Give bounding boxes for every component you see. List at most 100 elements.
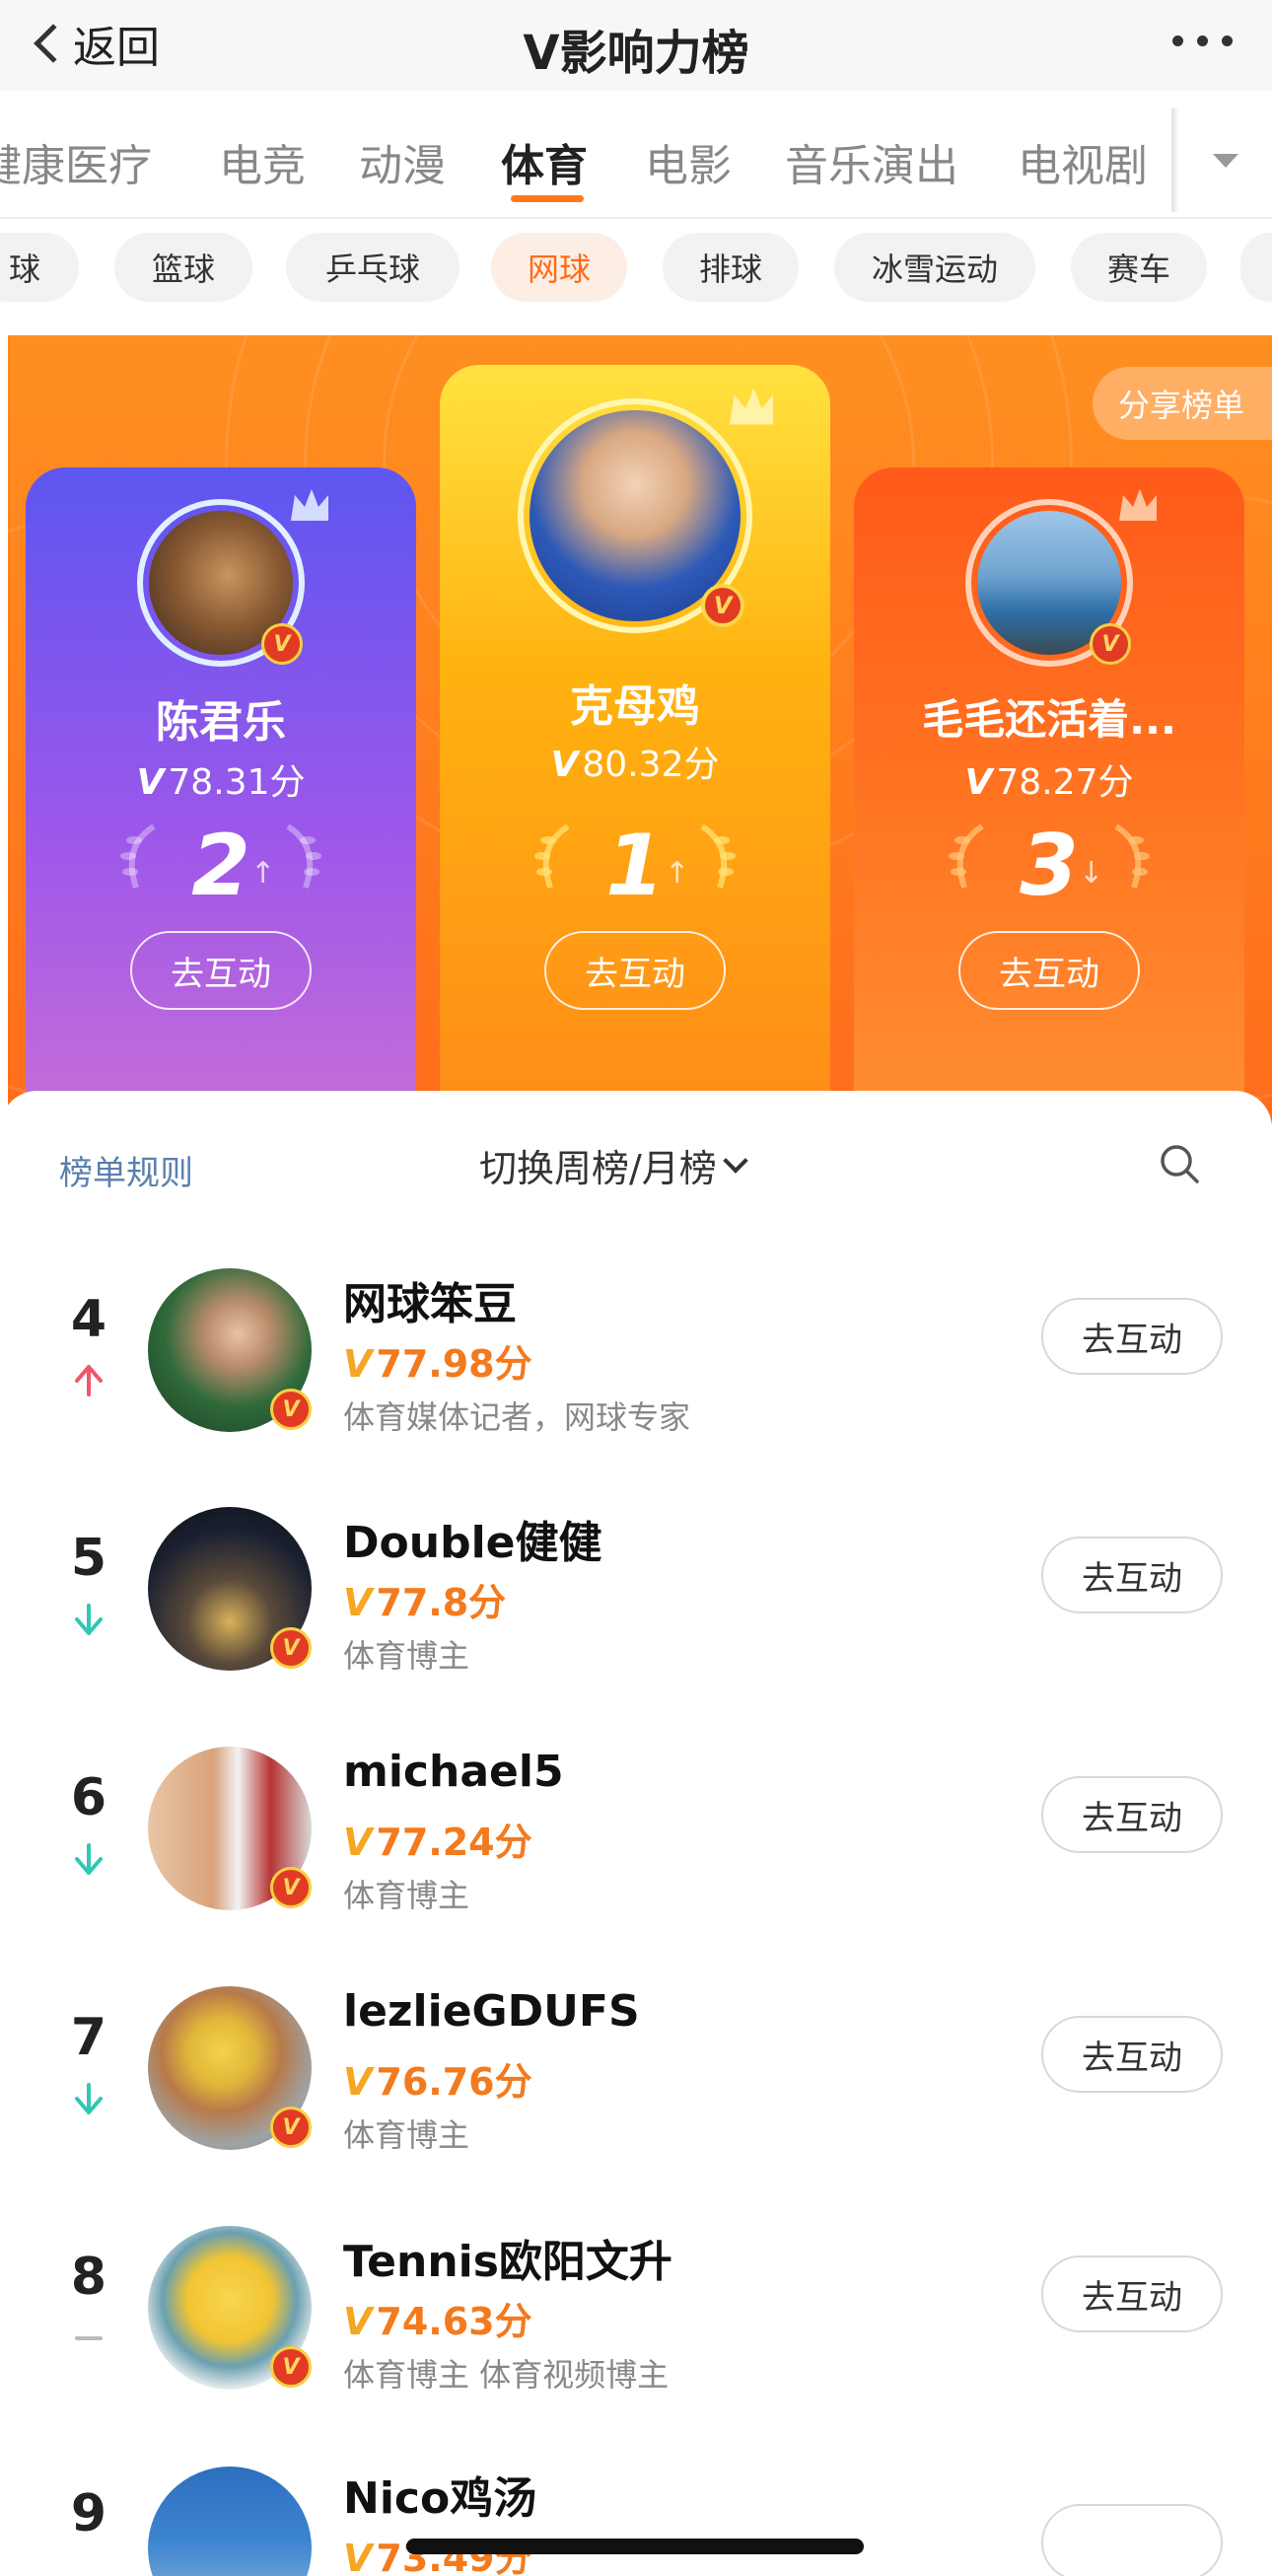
rank-3-card: V 毛毛还活着... V 78.27分 3 ↓ 去互动	[854, 467, 1244, 1138]
user-description: 体育博主	[343, 1877, 470, 1914]
interact-button[interactable]: 去互动	[544, 931, 726, 1010]
crown-icon	[729, 388, 774, 425]
laurel-right-icon	[700, 823, 736, 889]
chip-volleyball[interactable]: 排球	[663, 233, 799, 302]
v-mark: V	[136, 762, 165, 803]
interact-button[interactable]: 去互动	[958, 931, 1140, 1010]
card-score: V 78.27分	[854, 753, 1244, 805]
card-name: 克母鸡	[570, 681, 700, 732]
trend-unchanged-icon	[75, 2336, 103, 2340]
interact-button[interactable]: 去互动	[1041, 2255, 1223, 2332]
laurel-right-icon	[286, 823, 321, 889]
avatar[interactable]: V	[137, 489, 328, 667]
trend-down-icon	[75, 1604, 103, 1635]
search-icon[interactable]	[1158, 1142, 1201, 1185]
share-ranking-button[interactable]: 分享榜单	[1093, 367, 1272, 440]
tab-music-shows[interactable]: 音乐演出	[785, 130, 958, 193]
sub-category-chips: 球 篮球 乒乓球 网球 排球 冰雪运动 赛车	[0, 227, 1272, 316]
list-item[interactable]: 6 V michael5 V 77.24分 体育博主 去互动	[0, 1691, 1272, 1928]
rank-1-card: V 克母鸡 V 80.32分 1 ↑ 去互动	[440, 365, 830, 1138]
category-tabs: 健康医疗 电竞 动漫 体育 电影 音乐演出 电视剧	[0, 108, 1272, 217]
tab-tv-series[interactable]: 电视剧	[1018, 130, 1148, 193]
score: V 76.76分	[343, 2051, 532, 2106]
category-dropdown-button[interactable]	[1179, 108, 1272, 212]
avatar[interactable]: V	[965, 489, 1157, 667]
user-name[interactable]: lezlieGDUFS	[343, 1986, 640, 2037]
user-description: 体育博主 体育视频博主	[343, 2356, 670, 2394]
more-options-icon[interactable]	[1172, 36, 1233, 46]
v-mark: V	[964, 762, 993, 803]
chip-tennis[interactable]: 网球	[491, 233, 627, 302]
interact-button[interactable]: 去互动	[1041, 1776, 1223, 1853]
tab-health[interactable]: 健康医疗	[0, 130, 152, 193]
card-name: 毛毛还活着...	[922, 695, 1176, 744]
user-name[interactable]: Double健健	[343, 1507, 602, 1570]
chevron-left-icon	[34, 24, 73, 63]
score-value: 78.27分	[996, 762, 1134, 803]
chevron-down-icon	[723, 1147, 748, 1174]
chip-winter-sports[interactable]: 冰雪运动	[834, 233, 1035, 302]
score: V 74.63分	[343, 2291, 532, 2345]
rank-up-arrow-icon: ↑	[250, 856, 276, 891]
interact-button[interactable]: 去互动	[1041, 1537, 1223, 1613]
score-value: 76.76分	[376, 2060, 532, 2104]
rank-number: 7	[70, 2008, 107, 2067]
card-name: 陈君乐	[156, 697, 286, 748]
crown-icon	[1119, 489, 1157, 521]
user-name[interactable]: michael5	[343, 1747, 564, 1797]
active-tab-indicator	[511, 195, 584, 202]
verified-v-icon: V	[270, 1627, 312, 1669]
verified-v-icon: V	[270, 2346, 312, 2388]
verified-v-icon: V	[270, 2107, 312, 2148]
home-indicator	[406, 2539, 864, 2554]
page-title: V影响力榜	[523, 26, 749, 81]
rank-block: 2 ↑	[26, 817, 416, 915]
list-item[interactable]: 7 V lezlieGDUFS V 76.76分 体育博主 去互动	[0, 1931, 1272, 2168]
score-value: 80.32分	[582, 745, 720, 785]
rank-number: 3	[1020, 817, 1079, 915]
tab-movies[interactable]: 电影	[645, 130, 732, 193]
list-item[interactable]: 8 V Tennis欧阳文升 V 74.63分 体育博主 体育视频博主 去互动	[0, 2171, 1272, 2407]
tab-anime[interactable]: 动漫	[359, 130, 446, 193]
list-item[interactable]: 4 V 网球笨豆 V 77.98分 体育媒体记者，网球专家 去互动	[0, 1213, 1272, 1450]
user-name[interactable]: Nico鸡汤	[343, 2463, 536, 2526]
tab-sports[interactable]: 体育	[501, 130, 588, 193]
top-nav-bar: 返回 V影响力榜	[0, 0, 1272, 91]
chip-basketball[interactable]: 篮球	[114, 233, 252, 302]
score: V 77.98分	[343, 1333, 532, 1388]
back-label: 返回	[73, 23, 160, 73]
interact-button[interactable]	[1041, 2504, 1223, 2576]
score-value: 74.63分	[376, 2300, 532, 2343]
interact-button[interactable]: 去互动	[1041, 2016, 1223, 2093]
verified-v-icon: V	[261, 623, 303, 665]
rank-number: 1	[605, 817, 665, 915]
ranking-rules-link[interactable]: 榜单规则	[59, 1146, 193, 1194]
avatar[interactable]: V	[518, 388, 774, 633]
rank-number: 2	[191, 817, 250, 915]
user-name[interactable]: Tennis欧阳文升	[343, 2226, 672, 2289]
chip-more[interactable]	[1240, 233, 1272, 302]
back-button[interactable]: 返回	[30, 14, 160, 73]
chip-table-tennis[interactable]: 乒乓球	[286, 233, 459, 302]
rank-up-arrow-icon: ↑	[665, 856, 690, 891]
verified-v-icon: V	[270, 1389, 312, 1430]
tab-esports[interactable]: 电竞	[219, 130, 306, 193]
trend-up-icon	[75, 1365, 103, 1396]
score: V 77.24分	[343, 1812, 532, 1866]
chip-ball[interactable]: 球	[0, 233, 79, 302]
rank-2-card: V 陈君乐 V 78.31分 2 ↑ 去互动	[26, 467, 416, 1138]
list-item[interactable]: 5 V Double健健 V 77.8分 体育博主 去互动	[0, 1452, 1272, 1688]
rank-number: 6	[70, 1768, 107, 1827]
user-name[interactable]: 网球笨豆	[343, 1268, 517, 1331]
verified-v-icon: V	[1090, 623, 1131, 665]
laurel-right-icon	[1114, 823, 1150, 889]
interact-button[interactable]: 去互动	[1041, 1298, 1223, 1375]
score-value: 77.8分	[376, 1581, 507, 1624]
switch-period-dropdown[interactable]: 切换周榜/月榜	[479, 1138, 748, 1192]
score-value: 78.31分	[168, 762, 306, 803]
interact-button[interactable]: 去互动	[130, 931, 312, 1010]
v-mark: V	[343, 1342, 373, 1386]
triangle-down-icon	[1213, 153, 1238, 168]
chip-racing[interactable]: 赛车	[1071, 233, 1207, 302]
avatar[interactable]	[148, 2467, 312, 2576]
